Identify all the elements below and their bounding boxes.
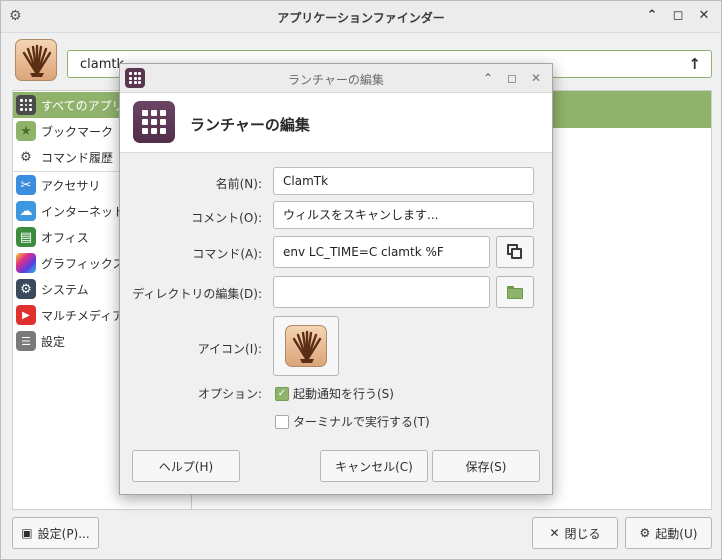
workdir-field[interactable] — [273, 276, 490, 308]
icon-label: アイコン(I): — [197, 342, 262, 356]
gears-icon: ⚙ — [639, 526, 651, 540]
clamtk-shell-icon — [285, 325, 327, 367]
comment-label: コメント(O): — [191, 211, 262, 225]
settings-button[interactable]: ▣ 設定(P)... — [12, 517, 99, 549]
name-label: 名前(N): — [215, 177, 262, 191]
dialog-maximize-button[interactable]: ◻ — [506, 70, 518, 86]
run-in-terminal-checkbox[interactable]: ターミナルで実行する(T) — [275, 413, 430, 430]
close-window-button[interactable]: ✕ — [697, 8, 711, 24]
copy-icon — [507, 244, 523, 260]
cloud-icon: ☁ — [16, 201, 36, 221]
cancel-button[interactable]: キャンセル(C) — [320, 450, 428, 482]
star-icon: ★ — [16, 121, 36, 141]
workdir-label: ディレクトリの編集(D): — [132, 287, 262, 301]
scissors-icon: ✂ — [16, 175, 36, 195]
icon-chooser-button[interactable] — [273, 316, 339, 376]
command-label: コマンド(A): — [192, 247, 262, 261]
close-button[interactable]: ✕ 閉じる — [532, 517, 618, 549]
browse-command-button[interactable] — [496, 236, 534, 268]
dialog-header-title: ランチャーの編集 — [190, 116, 310, 134]
gear-icon: ⚙ — [16, 279, 36, 299]
close-icon: ✕ — [549, 526, 560, 540]
clamtk-shell-icon — [15, 39, 57, 81]
dialog-titlebar[interactable]: ランチャーの編集 ⌃ ◻ ✕ — [120, 64, 552, 93]
window-title: アプリケーションファインダー — [277, 11, 445, 25]
gears-icon: ⚙ — [20, 149, 32, 165]
edit-launcher-dialog: ランチャーの編集 ⌃ ◻ ✕ ランチャーの編集 名前(N): ClamTk コメ… — [119, 63, 553, 495]
grid-icon — [16, 95, 36, 115]
check-icon: ✓ — [275, 386, 289, 401]
launcher-grid-icon — [133, 101, 175, 143]
toggle-icon: ☰ — [16, 331, 36, 351]
dialog-minimize-button[interactable]: ⌃ — [482, 70, 494, 86]
minimize-button[interactable]: ⌃ — [645, 8, 659, 24]
arrow-up-icon[interactable]: ↑ — [688, 55, 701, 73]
comment-field[interactable]: ウィルスをスキャンします... — [273, 201, 534, 229]
dialog-close-button[interactable]: ✕ — [530, 70, 542, 86]
main-titlebar[interactable]: ⚙ アプリケーションファインダー ⌃ ◻ ✕ — [1, 1, 721, 33]
options-label: オプション: — [197, 387, 262, 401]
palette-icon — [16, 253, 36, 273]
launch-button[interactable]: ⚙ 起動(U) — [625, 517, 712, 549]
browse-directory-button[interactable] — [496, 276, 534, 308]
help-button[interactable]: ヘルプ(H) — [132, 450, 240, 482]
dialog-header: ランチャーの編集 — [120, 93, 552, 153]
name-field[interactable]: ClamTk — [273, 167, 534, 195]
save-button[interactable]: 保存(S) — [432, 450, 540, 482]
maximize-button[interactable]: ◻ — [671, 8, 685, 24]
startup-notify-checkbox[interactable]: ✓ 起動通知を行う(S) — [275, 385, 394, 402]
settings-icon: ▣ — [21, 526, 33, 540]
command-field[interactable]: env LC_TIME=C clamtk %F — [273, 236, 490, 268]
office-icon: ▤ — [16, 227, 36, 247]
folder-icon — [507, 285, 523, 299]
play-icon: ▶ — [16, 305, 36, 325]
